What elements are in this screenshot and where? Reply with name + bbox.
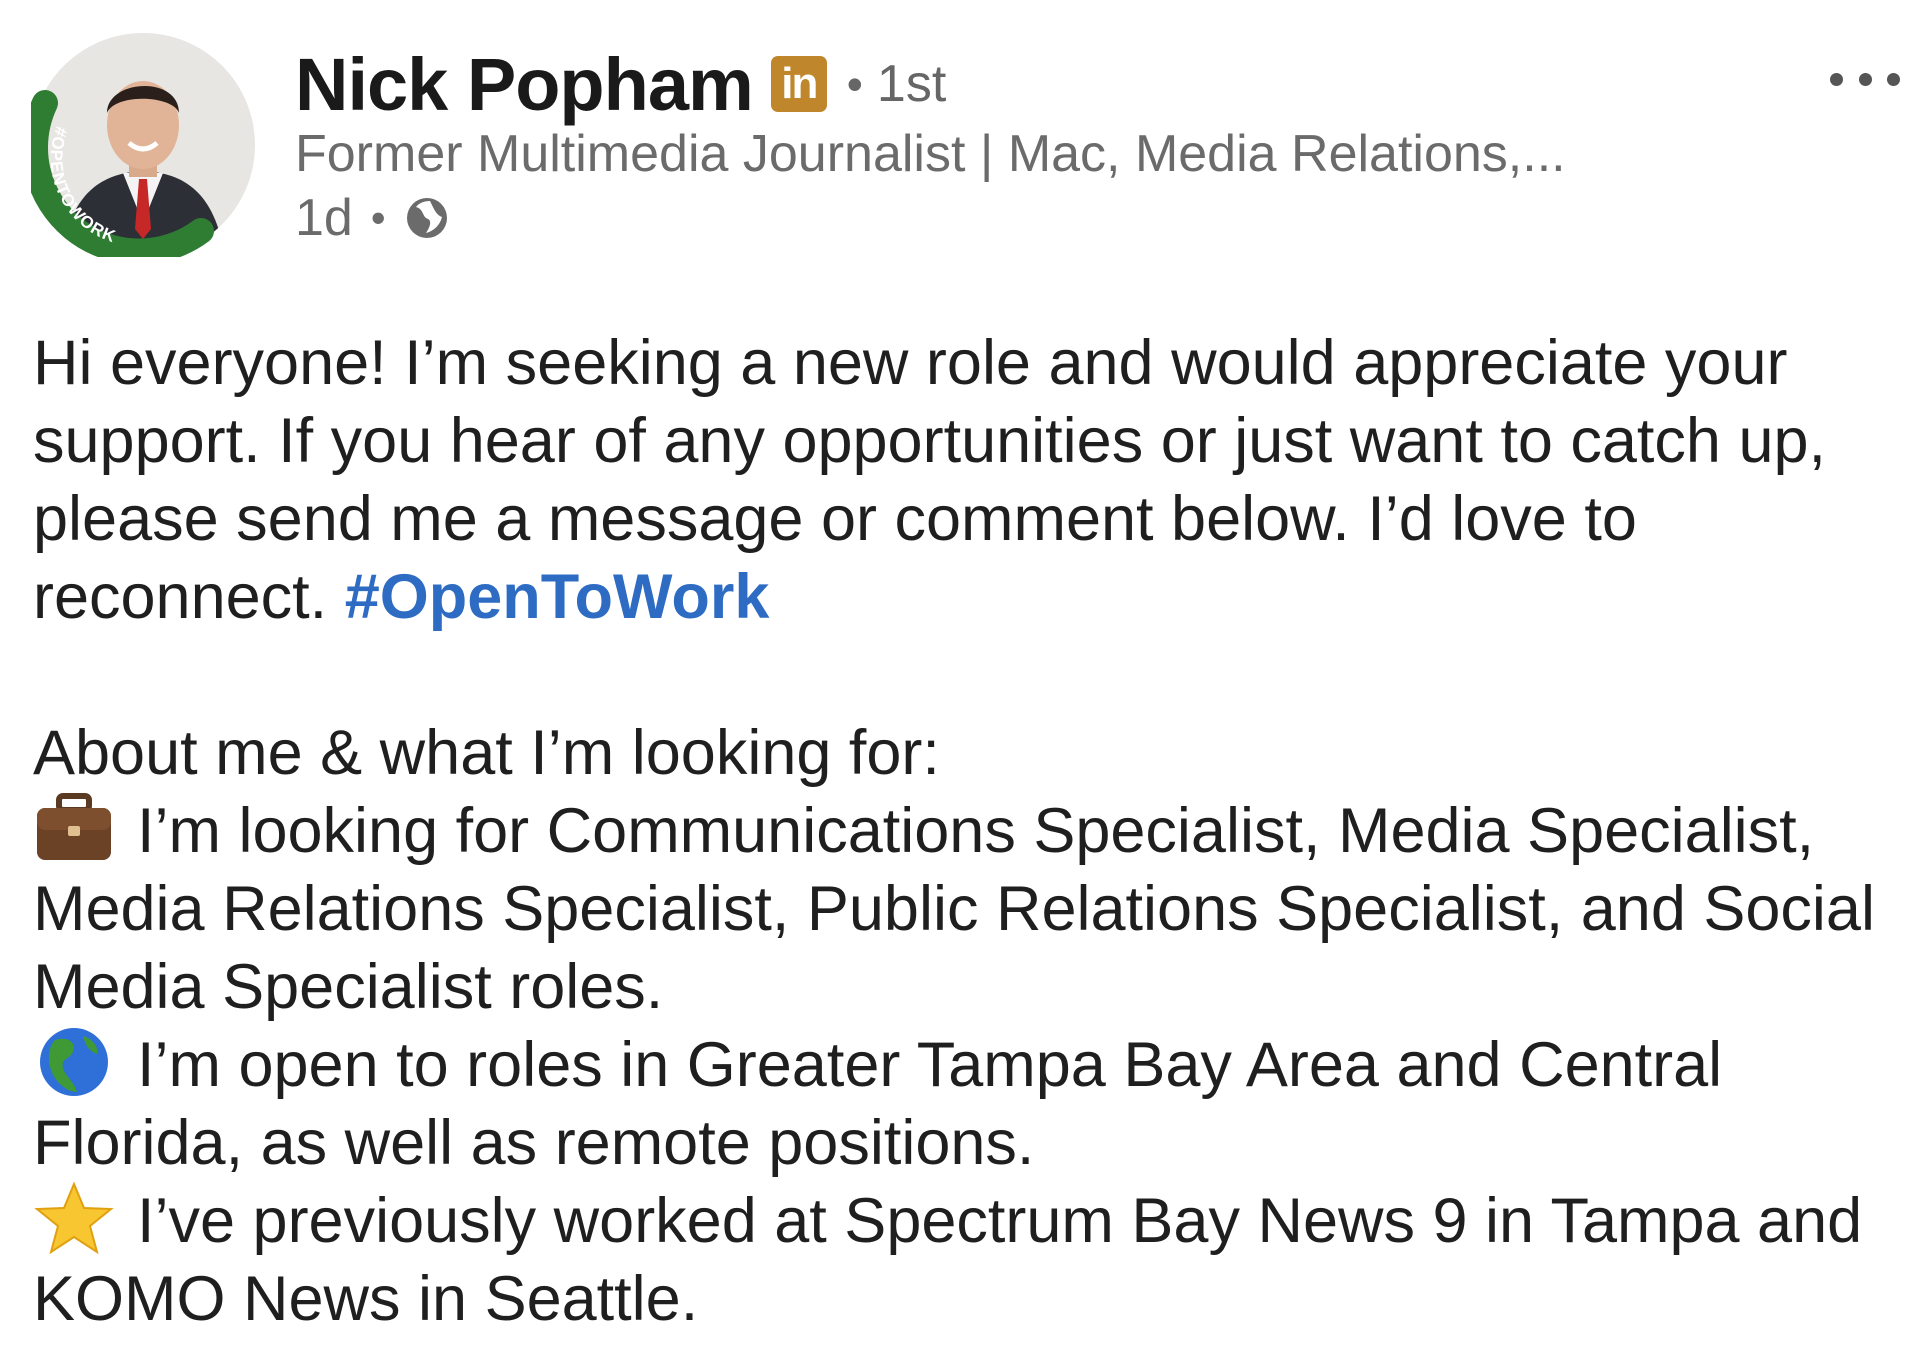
post-text: Hi everyone! I’m seeking a new role and … — [33, 324, 1903, 1338]
list-item-text: I’ve previously worked at Spectrum Bay N… — [33, 1186, 1863, 1334]
linkedin-badge-icon: in — [770, 56, 827, 112]
more-options-button[interactable] — [1830, 54, 1900, 104]
list-item-text: I’m looking for Communications Specialis… — [33, 796, 1875, 1022]
post-list-item: I’ve previously worked at Spectrum Bay N… — [33, 1182, 1903, 1338]
hashtag-link[interactable]: #OpenToWork — [345, 562, 770, 632]
post-intro-paragraph: Hi everyone! I’m seeking a new role and … — [33, 324, 1903, 636]
author-name[interactable]: Nick Popham — [295, 42, 754, 127]
post-list-item: I’m looking for Communications Specialis… — [33, 792, 1903, 1026]
author-avatar[interactable]: #OPENTOWORK — [31, 33, 255, 257]
post-list-item: I’m open to roles in Greater Tampa Bay A… — [33, 1026, 1903, 1182]
star-icon — [34, 1182, 114, 1254]
author-headline: Former Multimedia Journalist | Mac, Medi… — [295, 125, 1566, 183]
separator-dot: • — [846, 58, 863, 110]
globe-visibility-icon — [406, 198, 447, 238]
list-item-text: I’m open to roles in Greater Tampa Bay A… — [33, 1030, 1723, 1178]
post-intro-text: Hi everyone! I’m seeking a new role and … — [33, 328, 1827, 632]
author-name-row: Nick Popham in • 1st — [295, 36, 946, 132]
more-dot-icon — [1858, 72, 1872, 86]
separator-dot: • — [370, 194, 386, 241]
more-dot-icon — [1887, 72, 1900, 86]
avatar-photo: #OPENTOWORK — [31, 33, 255, 257]
about-heading: About me & what I’m looking for: — [33, 718, 940, 788]
feed-post: #OPENTOWORK Nick Popham in • 1st Former … — [0, 0, 1918, 1348]
post-meta: 1d • — [295, 188, 450, 248]
post-timestamp: 1d — [295, 189, 353, 247]
briefcase-icon — [37, 793, 111, 860]
globe-americas-icon — [40, 1028, 108, 1096]
connection-degree: 1st — [876, 55, 947, 113]
more-dot-icon — [1830, 72, 1843, 86]
